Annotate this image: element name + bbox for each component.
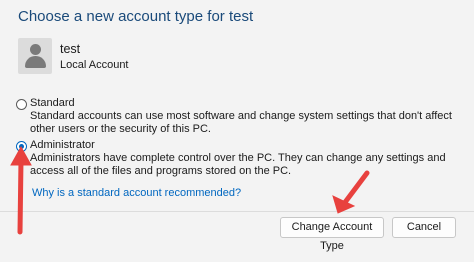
standard-description: Standard accounts can use most software …: [30, 110, 452, 135]
account-type: Local Account: [60, 59, 129, 71]
user-icon: [18, 38, 52, 74]
change-account-type-dialog: Choose a new account type for test test …: [0, 0, 474, 262]
dialog-footer: Change Account Type Cancel: [0, 211, 474, 262]
administrator-radio[interactable]: [16, 141, 27, 152]
cancel-button[interactable]: Cancel: [392, 217, 456, 238]
administrator-label[interactable]: Administrator: [30, 139, 95, 151]
account-name: test: [60, 42, 81, 56]
administrator-description: Administrators have complete control ove…: [30, 152, 446, 177]
dialog-title: Choose a new account type for test: [18, 8, 254, 25]
change-account-type-button[interactable]: Change Account Type: [280, 217, 384, 252]
standard-radio[interactable]: [16, 99, 27, 110]
standard-label[interactable]: Standard: [30, 97, 75, 109]
why-standard-link[interactable]: Why is a standard account recommended?: [32, 187, 241, 199]
